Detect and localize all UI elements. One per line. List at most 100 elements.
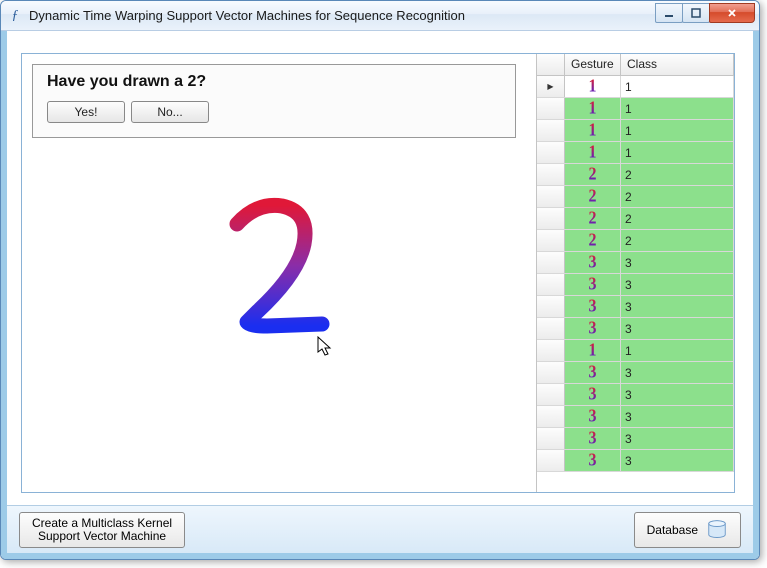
cell-class[interactable]: 3	[621, 318, 734, 339]
row-header[interactable]	[537, 98, 565, 119]
cell-class[interactable]: 1	[621, 340, 734, 361]
cell-gesture[interactable]: 3	[565, 406, 621, 427]
row-header[interactable]	[537, 186, 565, 207]
row-header[interactable]	[537, 450, 565, 471]
table-row[interactable]: 11	[537, 76, 734, 98]
gesture-glyph: 1	[589, 100, 597, 118]
table-row[interactable]: 33	[537, 318, 734, 340]
row-header[interactable]	[537, 296, 565, 317]
table-row[interactable]: 33	[537, 406, 734, 428]
table-row[interactable]: 22	[537, 208, 734, 230]
row-header[interactable]	[537, 164, 565, 185]
table-row[interactable]: 33	[537, 450, 734, 472]
cell-gesture[interactable]: 1	[565, 142, 621, 163]
row-header[interactable]	[537, 274, 565, 295]
yes-button[interactable]: Yes!	[47, 101, 125, 123]
cell-class[interactable]: 3	[621, 362, 734, 383]
bottom-toolbar: Create a Multiclass Kernel Support Vecto…	[7, 505, 753, 553]
row-header[interactable]	[537, 142, 565, 163]
row-header[interactable]	[537, 252, 565, 273]
cell-class[interactable]: 1	[621, 120, 734, 141]
drawing-canvas[interactable]: Have you drawn a 2? Yes! No...	[22, 54, 536, 492]
cell-class[interactable]: 1	[621, 98, 734, 119]
cell-class[interactable]: 3	[621, 296, 734, 317]
cell-gesture[interactable]: 2	[565, 208, 621, 229]
cell-gesture[interactable]: 1	[565, 120, 621, 141]
cell-gesture[interactable]: 1	[565, 98, 621, 119]
cell-gesture[interactable]: 1	[565, 76, 621, 97]
cell-gesture[interactable]: 3	[565, 362, 621, 383]
drawn-gesture-glyph	[212, 194, 352, 344]
gesture-glyph: 3	[589, 452, 597, 470]
cell-gesture[interactable]: 2	[565, 230, 621, 251]
no-button[interactable]: No...	[131, 101, 209, 123]
window-controls	[656, 3, 755, 23]
cell-gesture[interactable]: 2	[565, 164, 621, 185]
cell-gesture[interactable]: 2	[565, 186, 621, 207]
cell-class[interactable]: 3	[621, 428, 734, 449]
table-row[interactable]: 22	[537, 230, 734, 252]
cell-gesture[interactable]: 3	[565, 318, 621, 339]
cell-gesture[interactable]: 3	[565, 296, 621, 317]
table-row[interactable]: 33	[537, 252, 734, 274]
cell-class[interactable]: 1	[621, 142, 734, 163]
database-button[interactable]: Database	[634, 512, 741, 548]
gesture-glyph: 3	[589, 254, 597, 272]
table-row[interactable]: 33	[537, 296, 734, 318]
grid-body[interactable]: 111111112222222233333333113333333333	[537, 76, 734, 492]
create-svm-line1: Create a Multiclass Kernel	[32, 517, 172, 530]
cell-class[interactable]: 3	[621, 406, 734, 427]
table-row[interactable]: 33	[537, 362, 734, 384]
row-header[interactable]	[537, 208, 565, 229]
cell-class[interactable]: 2	[621, 186, 734, 207]
row-header[interactable]	[537, 406, 565, 427]
column-header-class[interactable]: Class	[621, 54, 734, 75]
gesture-glyph: 1	[589, 122, 597, 140]
row-header[interactable]	[537, 120, 565, 141]
gesture-glyph: 2	[589, 188, 597, 206]
table-row[interactable]: 11	[537, 340, 734, 362]
cell-class[interactable]: 2	[621, 230, 734, 251]
table-row[interactable]: 33	[537, 384, 734, 406]
cell-class[interactable]: 1	[621, 76, 734, 97]
prompt-question: Have you drawn a 2?	[47, 73, 501, 91]
cell-gesture[interactable]: 3	[565, 450, 621, 471]
cell-gesture[interactable]: 3	[565, 428, 621, 449]
maximize-button[interactable]	[682, 3, 710, 23]
create-svm-button[interactable]: Create a Multiclass Kernel Support Vecto…	[19, 512, 185, 548]
table-row[interactable]: 22	[537, 186, 734, 208]
table-row[interactable]: 33	[537, 428, 734, 450]
table-row[interactable]: 11	[537, 98, 734, 120]
gesture-glyph: 2	[589, 166, 597, 184]
cell-class[interactable]: 2	[621, 208, 734, 229]
minimize-button[interactable]	[655, 3, 683, 23]
cursor-arrow-icon	[317, 336, 335, 358]
cell-class[interactable]: 2	[621, 164, 734, 185]
row-header[interactable]	[537, 76, 565, 97]
gesture-glyph: 3	[589, 320, 597, 338]
table-row[interactable]: 22	[537, 164, 734, 186]
row-header[interactable]	[537, 384, 565, 405]
close-button[interactable]	[709, 3, 755, 23]
cell-class[interactable]: 3	[621, 384, 734, 405]
cell-class[interactable]: 3	[621, 252, 734, 273]
table-row[interactable]: 33	[537, 274, 734, 296]
row-header[interactable]	[537, 230, 565, 251]
row-header[interactable]	[537, 340, 565, 361]
row-header[interactable]	[537, 362, 565, 383]
column-header-gesture[interactable]: Gesture	[565, 54, 621, 75]
cell-class[interactable]: 3	[621, 450, 734, 471]
row-header[interactable]	[537, 428, 565, 449]
gesture-grid[interactable]: Gesture Class 11111111222222223333333311…	[536, 54, 734, 492]
cell-gesture[interactable]: 3	[565, 252, 621, 273]
cell-gesture[interactable]: 3	[565, 274, 621, 295]
row-header[interactable]	[537, 318, 565, 339]
gesture-glyph: 2	[589, 232, 597, 250]
cell-gesture[interactable]: 3	[565, 384, 621, 405]
cell-class[interactable]: 3	[621, 274, 734, 295]
table-row[interactable]: 11	[537, 120, 734, 142]
create-svm-line2: Support Vector Machine	[38, 530, 166, 543]
cell-gesture[interactable]: 1	[565, 340, 621, 361]
table-row[interactable]: 11	[537, 142, 734, 164]
titlebar: ƒ Dynamic Time Warping Support Vector Ma…	[1, 1, 759, 31]
